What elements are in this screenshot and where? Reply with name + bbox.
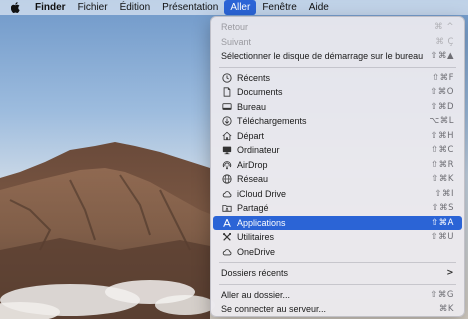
menu-item-documents[interactable]: Documents ⇧⌘O bbox=[213, 85, 462, 100]
menu-item-label: OneDrive bbox=[237, 246, 276, 257]
menu-item-recents[interactable]: Récents ⇧⌘F bbox=[213, 71, 462, 86]
menu-item-label: Bureau bbox=[237, 101, 267, 112]
menu-item-label: AirDrop bbox=[237, 159, 268, 170]
menu-item-label: Réseau bbox=[237, 174, 269, 184]
menubar-aide[interactable]: Aide bbox=[303, 0, 335, 15]
menu-item-shortcut: ⇧⌘A bbox=[431, 217, 454, 228]
applications-icon bbox=[221, 217, 232, 228]
menu-item-shortcut: ⌘ ^ bbox=[434, 22, 454, 32]
cloud-icon bbox=[221, 188, 232, 199]
menubar-fichier[interactable]: Fichier bbox=[72, 0, 114, 15]
menu-item-utilities[interactable]: Utilitaires ⇧⌘U bbox=[213, 230, 462, 245]
menu-item-shortcut: ⇧⌘C bbox=[430, 145, 454, 155]
submenu-chevron-icon: > bbox=[446, 268, 454, 278]
menu-item-back[interactable]: Retour ⌘ ^ bbox=[213, 20, 462, 35]
menu-item-label: Applications bbox=[237, 217, 286, 228]
computer-icon bbox=[221, 145, 232, 156]
clock-icon bbox=[221, 72, 232, 83]
menu-item-label: Partagé bbox=[237, 203, 269, 213]
menu-item-label: Départ bbox=[237, 130, 265, 141]
menu-item-shortcut: ⇧⌘U bbox=[430, 232, 454, 242]
menu-item-forward[interactable]: Suivant ⌘ Ç bbox=[213, 35, 462, 50]
menu-item-label: Utilitaires bbox=[237, 232, 275, 242]
menu-item-shortcut: ⇧⌘▲ bbox=[430, 51, 454, 61]
cloud-icon bbox=[221, 246, 232, 257]
menu-item-onedrive[interactable]: OneDrive bbox=[213, 245, 462, 260]
menu-item-select-startup-disk[interactable]: Sélectionner le disque de démarrage sur … bbox=[213, 49, 462, 64]
document-icon bbox=[221, 87, 232, 98]
menu-item-shortcut: ⇧⌘S bbox=[431, 203, 454, 213]
menubar-fenetre[interactable]: Fenêtre bbox=[256, 0, 302, 15]
menu-item-label: Récents bbox=[237, 72, 271, 83]
menu-item-network[interactable]: Réseau ⇧⌘K bbox=[213, 172, 462, 187]
menu-item-shortcut: ⇧⌘F bbox=[431, 72, 454, 83]
menu-item-home[interactable]: Départ ⇧⌘H bbox=[213, 129, 462, 144]
menubar-finder[interactable]: Finder bbox=[29, 0, 72, 15]
download-icon bbox=[221, 116, 232, 127]
menu-item-go-to-folder[interactable]: Aller au dossier... ⇧⌘G bbox=[213, 288, 462, 303]
menu-item-icloud-drive[interactable]: iCloud Drive ⇧⌘I bbox=[213, 187, 462, 202]
menu-item-shortcut: ⇧⌘D bbox=[430, 101, 454, 112]
menu-item-shortcut: ⇧⌘R bbox=[430, 159, 454, 170]
menubar-presentation[interactable]: Présentation bbox=[156, 0, 224, 15]
menu-item-label: Ordinateur bbox=[237, 145, 280, 155]
menu-item-shortcut: ⌥⌘L bbox=[429, 116, 454, 126]
menu-item-shortcut: ⇧⌘I bbox=[434, 188, 454, 199]
menu-item-label: iCloud Drive bbox=[237, 188, 287, 199]
home-icon bbox=[221, 130, 232, 141]
menu-item-shortcut: ⇧⌘G bbox=[430, 289, 454, 300]
menu-item-shortcut: ⌘K bbox=[438, 304, 454, 314]
menubar-edition[interactable]: Édition bbox=[114, 0, 157, 15]
menu-item-shortcut: ⇧⌘O bbox=[430, 87, 454, 97]
apple-logo-icon[interactable] bbox=[0, 0, 29, 15]
menu-item-recent-folders[interactable]: Dossiers récents > bbox=[213, 266, 462, 281]
utilities-icon bbox=[221, 232, 232, 243]
menu-item-shared[interactable]: Partagé ⇧⌘S bbox=[213, 201, 462, 216]
menu-item-label: Sélectionner le disque de démarrage sur … bbox=[221, 51, 424, 61]
menu-item-label: Téléchargements bbox=[237, 116, 307, 126]
menu-separator bbox=[219, 283, 456, 285]
menu-item-airdrop[interactable]: AirDrop ⇧⌘R bbox=[213, 158, 462, 173]
menu-item-label: Documents bbox=[237, 87, 283, 97]
desktop-icon bbox=[221, 101, 232, 112]
menu-item-shortcut: ⇧⌘K bbox=[431, 174, 454, 184]
menu-item-label: Se connecter au serveur... bbox=[221, 304, 327, 314]
airdrop-icon bbox=[221, 159, 232, 170]
menu-item-shortcut: ⌘ Ç bbox=[435, 36, 454, 47]
menu-item-label: Aller au dossier... bbox=[221, 289, 291, 300]
menubar-aller[interactable]: Aller bbox=[224, 0, 257, 15]
desktop: Finder Fichier Édition Présentation Alle… bbox=[0, 0, 468, 319]
menu-bar: Finder Fichier Édition Présentation Alle… bbox=[0, 0, 468, 15]
network-icon bbox=[221, 174, 232, 185]
menu-separator bbox=[219, 66, 456, 68]
menu-item-shortcut: ⇧⌘H bbox=[430, 130, 454, 141]
menu-item-desktop[interactable]: Bureau ⇧⌘D bbox=[213, 100, 462, 115]
menu-item-label: Suivant bbox=[221, 36, 252, 47]
menu-item-connect-to-server[interactable]: Se connecter au serveur... ⌘K bbox=[213, 302, 462, 317]
menu-item-label: Dossiers récents bbox=[221, 268, 289, 278]
menu-item-computer[interactable]: Ordinateur ⇧⌘C bbox=[213, 143, 462, 158]
menu-item-downloads[interactable]: Téléchargements ⌥⌘L bbox=[213, 114, 462, 129]
menu-item-applications[interactable]: Applications ⇧⌘A bbox=[213, 215, 462, 230]
go-menu-dropdown: Retour ⌘ ^ Suivant ⌘ Ç Sélectionner le d… bbox=[210, 16, 465, 317]
shared-folder-icon bbox=[221, 203, 232, 214]
menu-separator bbox=[219, 262, 456, 263]
menu-item-label: Retour bbox=[221, 22, 249, 32]
